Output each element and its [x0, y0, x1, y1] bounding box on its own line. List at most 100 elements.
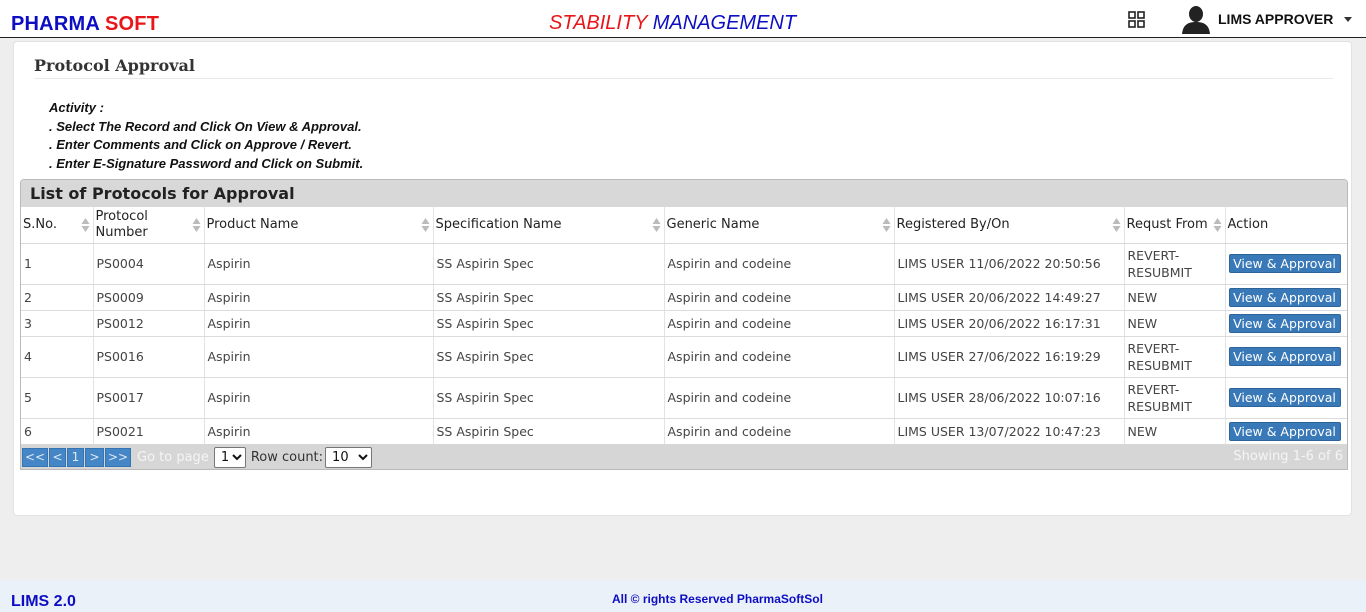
header-row: S.No. Protocol Number Product Name Speci… [21, 207, 1347, 244]
column-header-specification-name[interactable]: Specification Name [433, 207, 665, 244]
sort-icon [652, 218, 660, 232]
prev-page-button[interactable]: < [49, 447, 66, 467]
footer-copyright: All © rights Reserved PharmaSoftSol [612, 592, 823, 606]
table-row[interactable]: 1 PS0004 Aspirin SS Aspirin Spec Aspirin… [21, 243, 1347, 285]
grid-pager: << < 1 > >> Go to page 1 Row count: 10 S… [21, 444, 1347, 469]
brand-logo: PHARMA SOFT [11, 13, 159, 36]
column-header-request-from[interactable]: Requst From [1124, 207, 1226, 244]
activity-instructions: Activity : . Select The Record and Click… [49, 99, 363, 173]
cell-product-name: Aspirin [204, 243, 434, 285]
title-divider [34, 78, 1333, 79]
column-header-product-name[interactable]: Product Name [204, 207, 434, 244]
cell-sno: 5 [21, 377, 94, 419]
sort-icon [1213, 218, 1221, 232]
cell-protocol-number: PS0004 [93, 243, 205, 285]
column-header-protocol-number[interactable]: Protocol Number [93, 207, 205, 244]
cell-specification-name: SS Aspirin Spec [433, 377, 665, 419]
cell-action: View & Approval [1225, 243, 1347, 285]
cell-protocol-number: PS0012 [93, 310, 205, 337]
first-page-button[interactable]: << [22, 447, 48, 467]
cell-protocol-number: PS0017 [93, 377, 205, 419]
footer-version: LIMS 2.0 [11, 593, 76, 610]
sort-icon [192, 218, 200, 232]
column-label: Product Name [206, 216, 299, 232]
cell-request-from: NEW [1124, 418, 1226, 445]
cell-product-name: Aspirin [204, 284, 434, 311]
cell-specification-name: SS Aspirin Spec [433, 310, 665, 337]
cell-sno: 3 [21, 310, 94, 337]
cell-product-name: Aspirin [204, 336, 434, 378]
cell-registered: LIMS USER 28/06/2022 10:07:16 [894, 377, 1125, 419]
cell-specification-name: SS Aspirin Spec [433, 284, 665, 311]
next-page-button[interactable]: > [85, 447, 104, 467]
view-approval-button[interactable]: View & Approval [1228, 421, 1341, 441]
cell-sno: 4 [21, 336, 94, 378]
cell-generic-name: Aspirin and codeine [664, 310, 895, 337]
cell-generic-name: Aspirin and codeine [664, 336, 895, 378]
activity-heading: Activity : [49, 100, 104, 115]
table-row[interactable]: 5 PS0017 Aspirin SS Aspirin Spec Aspirin… [21, 377, 1347, 419]
protocols-table: S.No. Protocol Number Product Name Speci… [21, 207, 1347, 445]
column-header-generic-name[interactable]: Generic Name [664, 207, 895, 244]
row-count-label: Row count: [250, 449, 324, 465]
chevron-down-icon [1344, 16, 1353, 22]
sort-icon [81, 218, 89, 232]
view-approval-button[interactable]: View & Approval [1228, 313, 1341, 333]
sort-icon [1112, 218, 1120, 232]
user-menu[interactable]: LIMS APPROVER [1180, 4, 1353, 34]
goto-page-select[interactable]: 1 [213, 446, 246, 468]
column-label: S.No. [23, 216, 57, 232]
grid-caption: List of Protocols for Approval [21, 180, 1347, 207]
column-header-registered-by-on[interactable]: Registered By/On [894, 207, 1125, 244]
activity-step: . Enter E-Signature Password and Click o… [49, 155, 364, 171]
main-panel: Protocol Approval Activity : . Select Th… [13, 41, 1352, 516]
cell-action: View & Approval [1225, 336, 1347, 378]
column-header-action: Action [1225, 207, 1347, 244]
cell-generic-name: Aspirin and codeine [664, 284, 895, 311]
pager-showing-status: Showing 1-6 of 6 [1233, 449, 1343, 464]
cell-request-from: REVERT-RESUBMIT [1124, 377, 1226, 419]
table-row[interactable]: 4 PS0016 Aspirin SS Aspirin Spec Aspirin… [21, 336, 1347, 378]
cell-sno: 2 [21, 284, 94, 311]
cell-request-from: REVERT-RESUBMIT [1124, 336, 1226, 378]
column-label: Action [1227, 216, 1269, 232]
footer: LIMS 2.0 All © rights Reserved PharmaSof… [0, 580, 1366, 612]
last-page-button[interactable]: >> [105, 447, 131, 467]
brand-part1: PHARMA [11, 13, 100, 35]
column-label: Protocol Number [95, 208, 148, 240]
table-row[interactable]: 2 PS0009 Aspirin SS Aspirin Spec Aspirin… [21, 284, 1347, 311]
cell-generic-name: Aspirin and codeine [664, 243, 895, 285]
cell-protocol-number: PS0009 [93, 284, 205, 311]
cell-registered: LIMS USER 20/06/2022 16:17:31 [894, 310, 1125, 337]
column-header-sno[interactable]: S.No. [21, 207, 94, 244]
cell-request-from: NEW [1124, 310, 1226, 337]
view-approval-button[interactable]: View & Approval [1228, 388, 1341, 407]
grid-icon[interactable] [1128, 11, 1145, 28]
app-title: STABILITY MANAGEMENT [549, 12, 796, 35]
cell-registered: LIMS USER 11/06/2022 20:50:56 [894, 243, 1125, 285]
cell-protocol-number: PS0016 [93, 336, 205, 378]
app-title-part2: MANAGEMENT [652, 12, 797, 34]
current-page-button[interactable]: 1 [67, 447, 84, 467]
cell-specification-name: SS Aspirin Spec [433, 418, 665, 445]
table-row[interactable]: 3 PS0012 Aspirin SS Aspirin Spec Aspirin… [21, 310, 1347, 337]
cell-registered: LIMS USER 27/06/2022 16:19:29 [894, 336, 1125, 378]
column-label: Requst From [1126, 216, 1208, 232]
brand-part2: SOFT [105, 13, 160, 35]
view-approval-button[interactable]: View & Approval [1228, 347, 1341, 366]
top-header: PHARMA SOFT STABILITY MANAGEMENT LIMS AP… [0, 0, 1366, 38]
activity-step: . Select The Record and Click On View & … [49, 118, 362, 134]
column-label: Specification Name [435, 216, 562, 232]
activity-step: . Enter Comments and Click on Approve / … [49, 137, 352, 152]
cell-protocol-number: PS0021 [93, 418, 205, 445]
view-approval-button[interactable]: View & Approval [1228, 254, 1341, 273]
cell-action: View & Approval [1225, 310, 1347, 337]
cell-action: View & Approval [1225, 418, 1347, 445]
cell-product-name: Aspirin [204, 310, 434, 337]
view-approval-button[interactable]: View & Approval [1228, 287, 1341, 307]
cell-action: View & Approval [1225, 377, 1347, 419]
page-title: Protocol Approval [34, 56, 195, 75]
table-row[interactable]: 6 PS0021 Aspirin SS Aspirin Spec Aspirin… [21, 418, 1347, 445]
sort-icon [882, 218, 890, 232]
row-count-select[interactable]: 10 [325, 446, 373, 468]
